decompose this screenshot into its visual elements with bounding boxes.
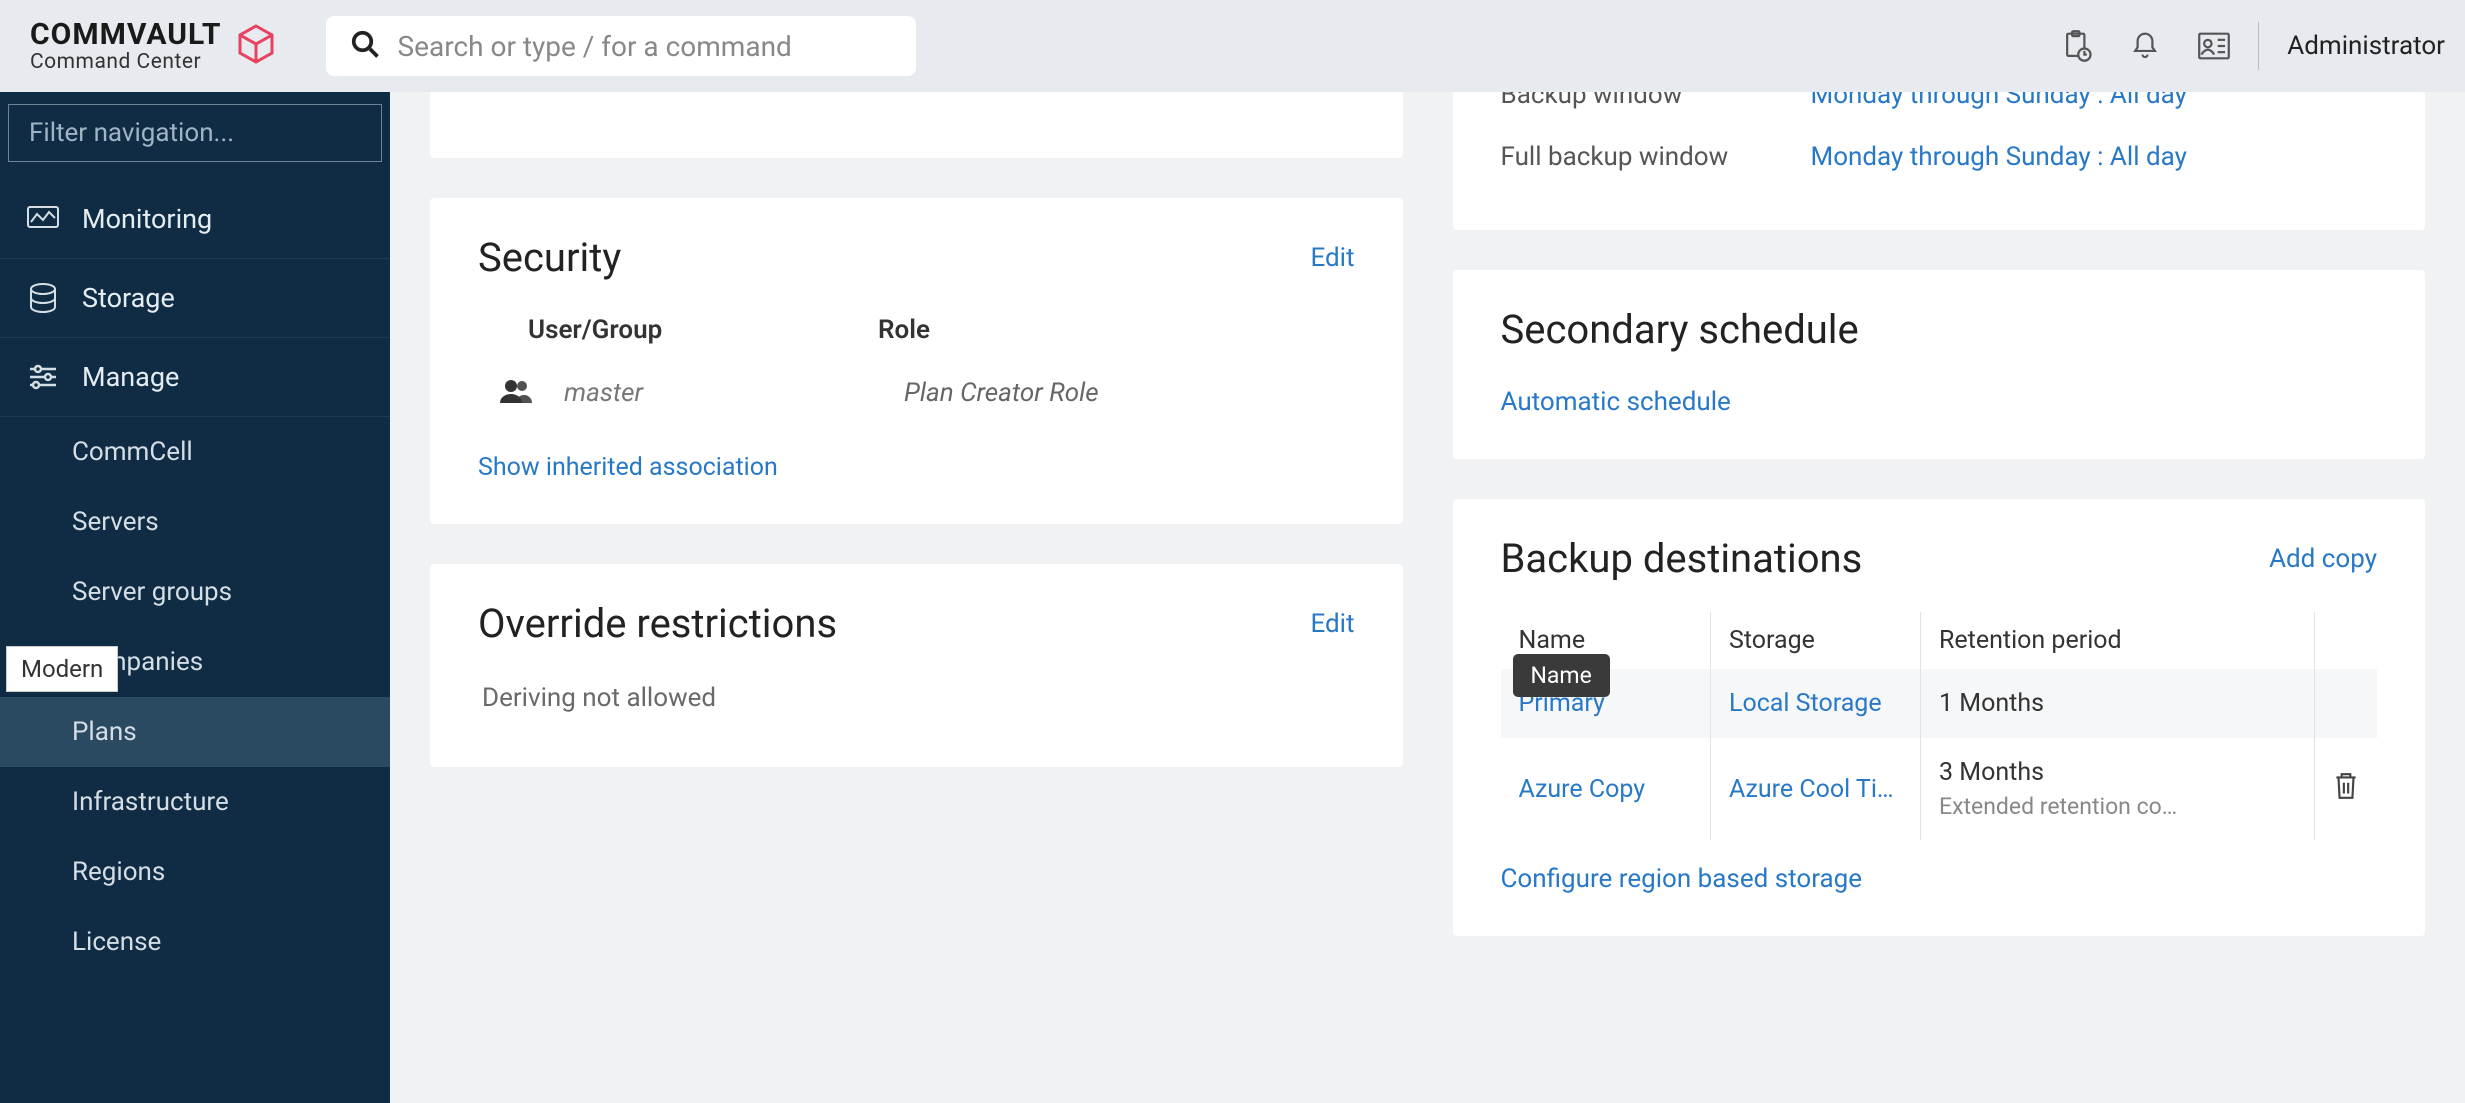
- manage-icon: [26, 360, 60, 394]
- sidebar-sub-license[interactable]: License: [0, 907, 390, 977]
- topbar-icons: [2062, 30, 2230, 62]
- th-retention[interactable]: Retention period: [1921, 612, 2315, 669]
- id-card-icon[interactable]: [2198, 32, 2230, 60]
- security-header-user: User/Group: [528, 315, 878, 345]
- search-input[interactable]: [398, 30, 892, 63]
- th-name[interactable]: Name Name: [1501, 612, 1711, 669]
- security-row: master Plan Creator Role: [478, 371, 1355, 435]
- dest-storage-link[interactable]: Azure Cool Tier Storage: [1729, 775, 1899, 804]
- th-name-tooltip: Name: [1513, 654, 1610, 697]
- secondary-schedule-card: Secondary schedule Automatic schedule: [1453, 270, 2426, 459]
- bell-icon[interactable]: [2130, 30, 2160, 62]
- table-row: Azure Copy Azure Cool Tier Storage 3 Mon…: [1501, 738, 2378, 840]
- security-header-role: Role: [878, 315, 930, 345]
- sidebar-item-monitoring[interactable]: Monitoring: [0, 180, 390, 259]
- sidebar-item-manage[interactable]: Manage: [0, 338, 390, 417]
- users-icon: [498, 377, 538, 409]
- security-user: master: [564, 378, 894, 408]
- right-column: Add full backup Backup window Monday thr…: [1453, 92, 2426, 936]
- backup-destinations-card: Backup destinations Add copy Name Name S…: [1453, 499, 2426, 936]
- backup-content-card: Unix / - All contents: [430, 92, 1403, 158]
- sidebar-label-manage: Manage: [82, 361, 179, 393]
- sidebar-sub-regions[interactable]: Regions: [0, 837, 390, 907]
- backup-destinations-title: Backup destinations: [1501, 535, 1863, 582]
- override-card: Override restrictions Edit Deriving not …: [430, 564, 1403, 767]
- sidebar-label-monitoring: Monitoring: [82, 203, 212, 235]
- security-edit-link[interactable]: Edit: [1310, 243, 1354, 273]
- dest-retention: 1 Months: [1939, 689, 2044, 718]
- search-box[interactable]: [326, 16, 916, 76]
- table-row: Primary Local Storage 1 Months: [1501, 669, 2378, 738]
- search-icon: [350, 29, 380, 63]
- security-role: Plan Creator Role: [894, 378, 1099, 408]
- brand-sub: Command Center: [30, 52, 222, 73]
- sidebar-item-storage[interactable]: Storage: [0, 259, 390, 338]
- sidebar-sub-servers[interactable]: Servers: [0, 487, 390, 557]
- bc-dash: -: [935, 92, 942, 96]
- full-backup-window-value[interactable]: Monday through Sunday : All day: [1811, 142, 2187, 172]
- secondary-schedule-title: Secondary schedule: [1501, 306, 2378, 353]
- storage-icon: [26, 281, 60, 315]
- topbar: COMMVAULT Command Center Administrator: [0, 0, 2465, 92]
- add-copy-link[interactable]: Add copy: [2269, 544, 2377, 574]
- destinations-table: Name Name Storage Retention period Prima…: [1501, 612, 2378, 840]
- security-card: Security Edit User/Group Role master Pla…: [430, 198, 1403, 524]
- configure-region-storage-link[interactable]: Configure region based storage: [1501, 864, 1863, 894]
- rpo-card: Add full backup Backup window Monday thr…: [1453, 92, 2426, 230]
- dest-retention-sub: Extended retention configured: [1939, 793, 2189, 820]
- override-title: Override restrictions: [478, 600, 837, 647]
- logo-cube-icon: [234, 22, 278, 70]
- filter-navigation-input[interactable]: Filter navigation...: [8, 104, 382, 162]
- bc-contents: All contents: [952, 92, 1089, 96]
- backup-window-value[interactable]: Monday through Sunday : All day: [1811, 92, 2187, 110]
- left-column: Unix / - All contents Security Edit User…: [430, 92, 1403, 936]
- main-content: Unix / - All contents Security Edit User…: [390, 92, 2465, 1103]
- dest-name-link[interactable]: Azure Copy: [1519, 775, 1646, 804]
- th-storage[interactable]: Storage: [1711, 612, 1921, 669]
- override-edit-link[interactable]: Edit: [1310, 609, 1354, 639]
- full-backup-window-label: Full backup window: [1501, 142, 1811, 172]
- security-title: Security: [478, 234, 621, 281]
- sidebar-sub-server-groups[interactable]: Server groups: [0, 557, 390, 627]
- sidebar-sub-plans[interactable]: Plans: [0, 697, 390, 767]
- modern-badge: Modern: [6, 646, 118, 692]
- trash-icon[interactable]: [2333, 779, 2359, 808]
- show-inherited-link[interactable]: Show inherited association: [478, 453, 778, 482]
- topbar-divider: [2258, 22, 2259, 70]
- automatic-schedule-link[interactable]: Automatic schedule: [1501, 387, 1731, 417]
- filter-placeholder: Filter navigation...: [29, 118, 234, 148]
- clipboard-icon[interactable]: [2062, 30, 2092, 62]
- admin-label[interactable]: Administrator: [2287, 31, 2445, 61]
- logo: COMMVAULT Command Center: [0, 20, 308, 73]
- override-text: Deriving not allowed: [478, 677, 1355, 725]
- bc-os: Unix: [478, 92, 908, 96]
- dest-storage-link[interactable]: Local Storage: [1729, 689, 1882, 718]
- sidebar-label-storage: Storage: [82, 282, 175, 314]
- bc-sep: /: [908, 92, 919, 96]
- sidebar-sub-commcell[interactable]: CommCell: [0, 417, 390, 487]
- dest-retention: 3 Months: [1939, 758, 2296, 787]
- th-actions: [2315, 612, 2378, 669]
- sidebar-sub-infrastructure[interactable]: Infrastructure: [0, 767, 390, 837]
- brand-name: COMMVAULT: [30, 20, 222, 50]
- sidebar: Filter navigation... Monitoring Storage …: [0, 92, 390, 1103]
- monitoring-icon: [26, 202, 60, 236]
- backup-window-label: Backup window: [1501, 92, 1811, 110]
